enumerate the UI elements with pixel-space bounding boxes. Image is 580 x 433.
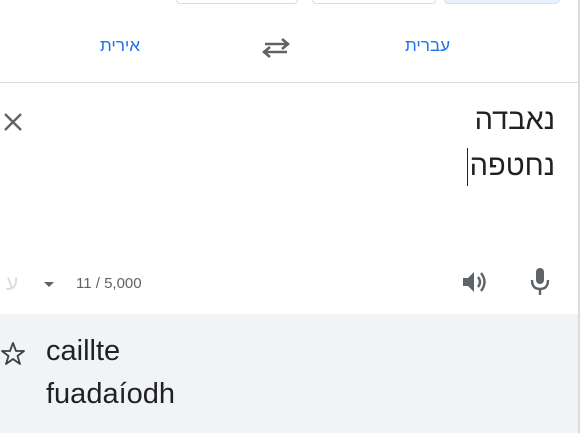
star-icon[interactable] (0, 341, 26, 367)
top-button-2[interactable] (312, 0, 436, 4)
source-language-tab[interactable]: עברית (405, 36, 450, 56)
chevron-down-icon[interactable] (44, 282, 54, 287)
translate-panel: אירית עברית נאבדה נחטפה ע 11 / 5,000 cai… (0, 0, 580, 433)
text-cursor (467, 148, 468, 186)
target-language-tab[interactable]: אירית (100, 36, 140, 56)
language-bar: אירית עברית (0, 14, 578, 83)
translation-result-area (0, 314, 578, 433)
swap-languages-icon[interactable] (262, 37, 290, 59)
keyboard-icon[interactable]: ע (6, 272, 18, 296)
clear-text-icon[interactable] (2, 111, 24, 133)
top-button-1[interactable] (176, 0, 298, 4)
source-text-line-2[interactable]: נחטפה (470, 150, 555, 183)
top-button-3[interactable] (444, 0, 560, 4)
source-text-line-1[interactable]: נאבדה (475, 104, 555, 137)
translation-line-2: fuadaíodh (46, 378, 176, 410)
microphone-icon[interactable] (528, 266, 552, 298)
character-count: 11 / 5,000 (76, 275, 142, 292)
speaker-icon[interactable] (461, 269, 489, 295)
translation-line-1: caillte (46, 335, 121, 367)
